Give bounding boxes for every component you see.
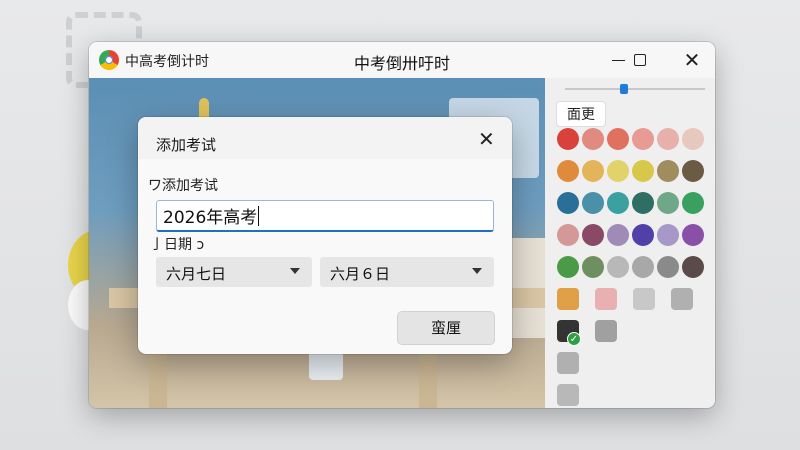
color-swatch[interactable]	[607, 192, 629, 214]
color-panel: 面更 ✓	[545, 78, 715, 408]
day-select-value: 六月６日	[330, 265, 391, 283]
color-swatch[interactable]	[607, 224, 629, 246]
color-swatch[interactable]	[632, 224, 654, 246]
month-select[interactable]: 六月七日	[156, 257, 312, 287]
color-swatch[interactable]	[557, 384, 579, 406]
color-swatch[interactable]	[632, 192, 654, 214]
close-icon: ✕	[683, 48, 701, 72]
dialog-header: 添加考试 ✕	[138, 117, 512, 159]
dialog-close-icon[interactable]: ✕	[478, 129, 495, 149]
color-swatch[interactable]	[632, 128, 654, 150]
save-button[interactable]: 蛮厘	[398, 312, 494, 344]
color-swatch[interactable]	[607, 256, 629, 278]
color-swatch[interactable]	[607, 128, 629, 150]
color-swatch[interactable]	[632, 256, 654, 278]
close-button[interactable]: ✕	[669, 42, 715, 78]
name-label: ワ添加考试	[148, 178, 218, 194]
maximize-button[interactable]	[617, 42, 663, 78]
color-swatch[interactable]	[633, 288, 655, 310]
title-bar[interactable]: 中高考倒计时 中考倒卅吁时 ✕	[89, 42, 715, 78]
color-swatch[interactable]	[682, 128, 704, 150]
color-swatch[interactable]	[582, 160, 604, 182]
day-select[interactable]: 六月６日	[320, 257, 494, 287]
opacity-slider-thumb[interactable]	[620, 84, 628, 94]
color-swatch[interactable]	[595, 320, 617, 342]
add-exam-dialog: 添加考试 ✕ ワ添加考试 2026年高考 亅日期 ↄ 六月七日 六月６日 蛮厘	[138, 117, 512, 354]
color-swatch[interactable]	[657, 192, 679, 214]
date-label: 亅日期 ↄ	[150, 237, 205, 253]
color-swatch[interactable]	[657, 224, 679, 246]
maximize-icon	[634, 54, 646, 66]
color-swatch[interactable]	[682, 256, 704, 278]
color-swatch[interactable]	[557, 288, 579, 310]
color-swatch[interactable]	[682, 224, 704, 246]
color-swatch[interactable]	[657, 256, 679, 278]
color-swatch[interactable]	[557, 160, 579, 182]
dialog-title: 添加考试	[156, 136, 217, 154]
color-swatch[interactable]	[582, 128, 604, 150]
color-swatch[interactable]	[657, 128, 679, 150]
color-swatch[interactable]	[632, 160, 654, 182]
color-swatch[interactable]	[582, 224, 604, 246]
color-swatch[interactable]	[557, 256, 579, 278]
exam-name-value: 2026年高考	[163, 208, 258, 228]
opacity-slider-track[interactable]	[565, 88, 705, 90]
color-swatch[interactable]	[682, 192, 704, 214]
color-swatch[interactable]	[595, 288, 617, 310]
color-swatch[interactable]	[557, 224, 579, 246]
color-swatch[interactable]	[671, 288, 693, 310]
color-swatch[interactable]	[557, 352, 579, 374]
selected-check-icon: ✓	[567, 332, 581, 346]
color-swatch[interactable]	[607, 160, 629, 182]
exam-name-input[interactable]: 2026年高考	[156, 200, 494, 232]
chevron-down-icon	[472, 268, 482, 274]
color-swatch[interactable]	[557, 128, 579, 150]
color-swatch[interactable]	[582, 192, 604, 214]
chevron-down-icon	[290, 268, 300, 274]
color-swatch[interactable]	[682, 160, 704, 182]
month-select-value: 六月七日	[166, 265, 227, 283]
change-label[interactable]: 面更	[557, 102, 605, 126]
color-swatch[interactable]	[657, 160, 679, 182]
text-caret	[258, 205, 260, 226]
color-swatch[interactable]	[582, 256, 604, 278]
color-swatch[interactable]	[557, 192, 579, 214]
